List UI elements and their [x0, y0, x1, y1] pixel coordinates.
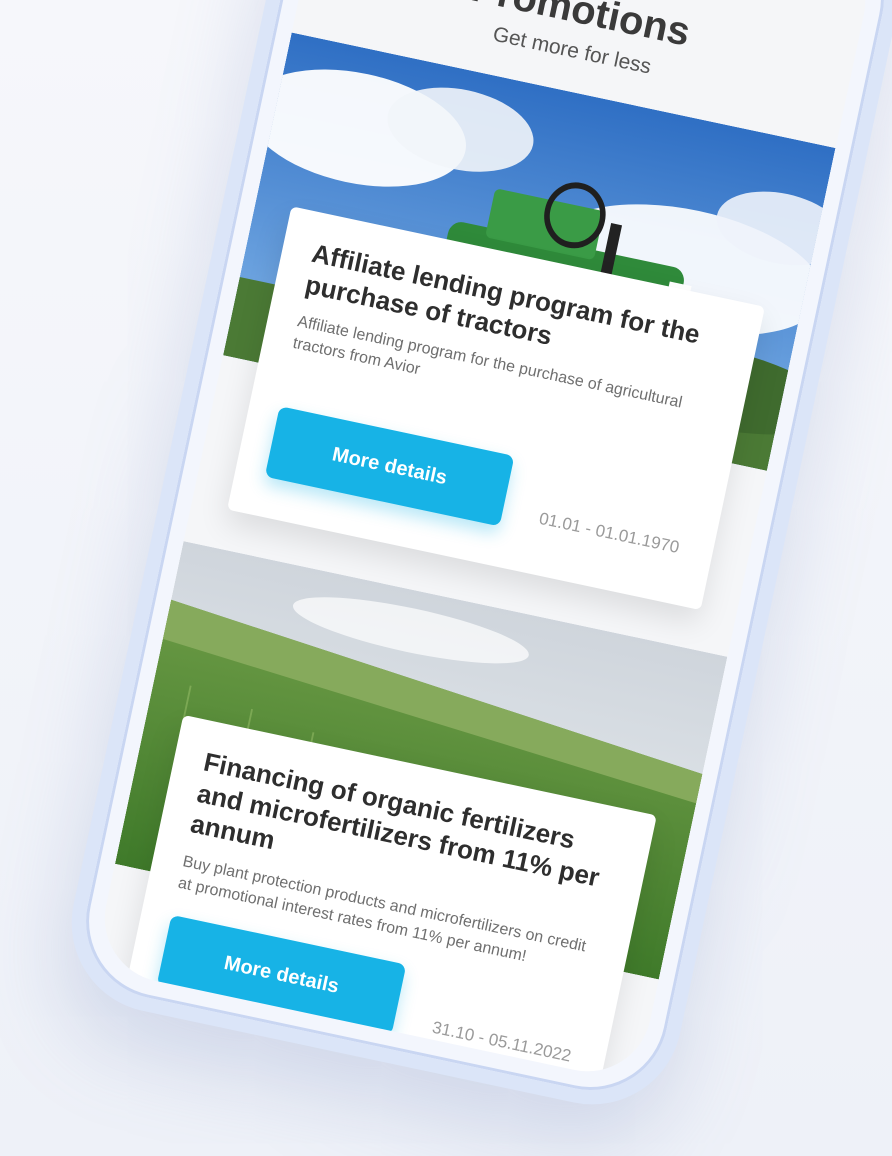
phone-screen[interactable]: Promotions Get more for less Affiliate l…	[92, 0, 878, 1084]
promo-date-range: 31.10 - 05.11.2022	[430, 1017, 573, 1066]
promo-card-tractors: Affiliate lending program for the purcha…	[194, 32, 836, 611]
phone-body: Promotions Get more for less Affiliate l…	[71, 0, 892, 1105]
phone-frame: Promotions Get more for less Affiliate l…	[54, 0, 892, 1122]
promo-date-range: 01.01 - 01.01.1970	[537, 508, 681, 558]
more-details-button[interactable]: More details	[264, 406, 515, 527]
stage: Promotions Get more for less Affiliate l…	[0, 0, 892, 1156]
promo-card-fertilizers: Financing of organic fertilizers and mic…	[93, 541, 728, 1084]
